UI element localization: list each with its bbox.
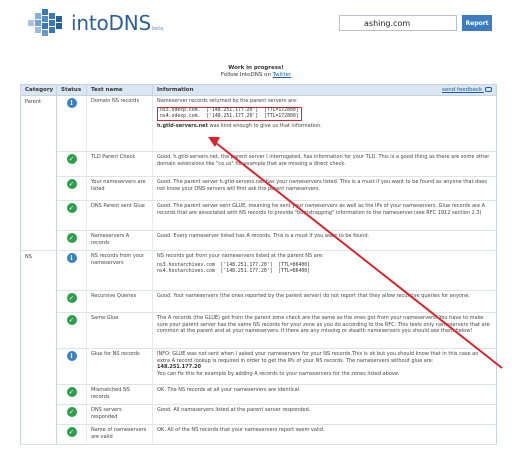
table-row: ✓ Mismatched NS records OK. The NS recor…: [21, 384, 497, 405]
check-icon: ✓: [66, 203, 77, 213]
test-name: Domain NS records: [86, 95, 153, 152]
table-row: ✓ DNS Parent sent Glue Good. The parent …: [21, 200, 497, 231]
test-name: Recursive Queries: [86, 290, 153, 313]
send-feedback-label[interactable]: send feedback: [442, 87, 482, 93]
logo-beta: beta: [151, 26, 164, 32]
follow-line: Follow IntoDNS on Twitter: [0, 72, 512, 79]
test-name: NS records from your nameservers: [86, 250, 153, 291]
report-button[interactable]: Report: [462, 15, 492, 31]
table-row: ✓ Your nameservers are listed Good. The …: [21, 176, 497, 201]
table-row: NS i NS records from your nameservers NS…: [20, 250, 497, 445]
info-text: NS records got from your nameservers lis…: [157, 253, 324, 259]
info-text: You can fix this for example by adding A…: [157, 370, 400, 377]
ns-record: ns4.hostarchives.com ['148.251.177.20'] …: [157, 269, 311, 274]
twitter-link[interactable]: Twitter: [273, 72, 291, 78]
info-text: Good. All nameservers listed at the pare…: [152, 404, 497, 425]
table-row: i Glue for NS records INFO: GLUE was not…: [21, 348, 497, 385]
info-text: OK. All of the NS records that your name…: [152, 424, 497, 445]
table-row: ✓ Nameservers A records Good. Every name…: [21, 230, 497, 251]
info-icon: i: [66, 351, 77, 361]
header-information-label: Information: [157, 87, 194, 93]
check-icon: ✓: [66, 427, 77, 437]
info-text: INFO: GLUE was not sent when I asked you…: [157, 351, 479, 364]
test-name: Glue for NS records: [86, 348, 153, 385]
check-icon: ✓: [66, 293, 77, 303]
test-name: Nameservers A records: [86, 230, 153, 251]
test-name: DNS servers responded: [86, 404, 153, 425]
check-icon: ✓: [66, 315, 77, 325]
table-row: ✓ TLD Parent Check Good. h.gtld-servers.…: [21, 151, 497, 177]
header-information: Information send feedback: [152, 84, 497, 96]
category-parent: Parent: [20, 95, 57, 251]
info-icon: i: [66, 253, 77, 263]
header-status: Status: [56, 84, 87, 96]
table-row: ✓ Name of nameservers are valid OK. All …: [21, 424, 497, 445]
header-test-name: Test name: [86, 84, 153, 96]
table-row: ✓ Recursive Queries Good. Your nameserve…: [21, 290, 497, 313]
logo[interactable]: intoDNS beta: [28, 8, 163, 38]
glue-ip: 148.251.177.20: [157, 364, 201, 371]
speech-bubble-icon: [485, 87, 492, 92]
domain-search-input[interactable]: [339, 15, 457, 31]
header-category: Category: [20, 84, 57, 96]
progress-title: Work in progress!: [228, 65, 284, 71]
info-text: Good. h.gtld-servers.net, the parent ser…: [152, 151, 497, 177]
category-ns: NS: [20, 250, 57, 445]
test-name: Same Glue: [86, 312, 153, 349]
send-feedback-link[interactable]: send feedback: [442, 87, 492, 93]
info-text: OK. The NS records at all your nameserve…: [152, 384, 497, 405]
progress-notice: Work in progress! Follow IntoDNS on Twit…: [0, 65, 512, 79]
table-row: ✓ DNS servers responded Good. All namese…: [21, 404, 497, 425]
logo-grid-icon: [28, 9, 68, 37]
logo-text: intoDNS: [71, 11, 151, 35]
ns-record: ns4.odexp.com. ['148.251.177.20'] [TTL=1…: [160, 114, 299, 119]
info-text: The A records (the GLUE) got from the pa…: [152, 312, 497, 349]
check-icon: ✓: [66, 233, 77, 243]
test-name: Mismatched NS records: [86, 384, 153, 405]
table-row: ✓ Same Glue The A records (the GLUE) got…: [21, 312, 497, 349]
info-text: Good. Every nameserver listed has A reco…: [152, 230, 497, 251]
check-icon: ✓: [66, 407, 77, 417]
table-row: Parent i Domain NS records Nameserver re…: [20, 95, 497, 251]
test-name: Your nameservers are listed: [86, 176, 153, 201]
info-text: Good. The parent server sent GLUE, meani…: [152, 200, 497, 231]
info-icon: i: [66, 98, 77, 108]
test-name: TLD Parent Check: [86, 151, 153, 177]
check-icon: ✓: [66, 179, 77, 189]
parent-server-name: h.gtld-servers.net: [157, 123, 208, 130]
check-icon: ✓: [66, 154, 77, 164]
check-icon: ✓: [66, 387, 77, 397]
results-table: Category Status Test name Information se…: [20, 84, 497, 445]
table-header-row: Category Status Test name Information se…: [20, 84, 497, 96]
follow-prefix: Follow IntoDNS on: [220, 72, 271, 78]
info-suffix: was kind enough to give us that informat…: [207, 123, 322, 130]
info-text: Good. Your nameservers (the ones reporte…: [152, 290, 497, 313]
info-text: Good. The parent server h.gtld-servers.n…: [152, 176, 497, 201]
highlighted-glue-box: ns3.odexp.com. ['148.251.177.20'] [TTL=1…: [157, 106, 302, 122]
info-text: Nameserver records returned by the paren…: [157, 98, 298, 104]
info-text: h.gtld-servers.net was kind enough to gi…: [157, 123, 492, 130]
test-name: DNS Parent sent Glue: [86, 200, 153, 231]
test-name: Name of nameservers are valid: [86, 424, 153, 445]
